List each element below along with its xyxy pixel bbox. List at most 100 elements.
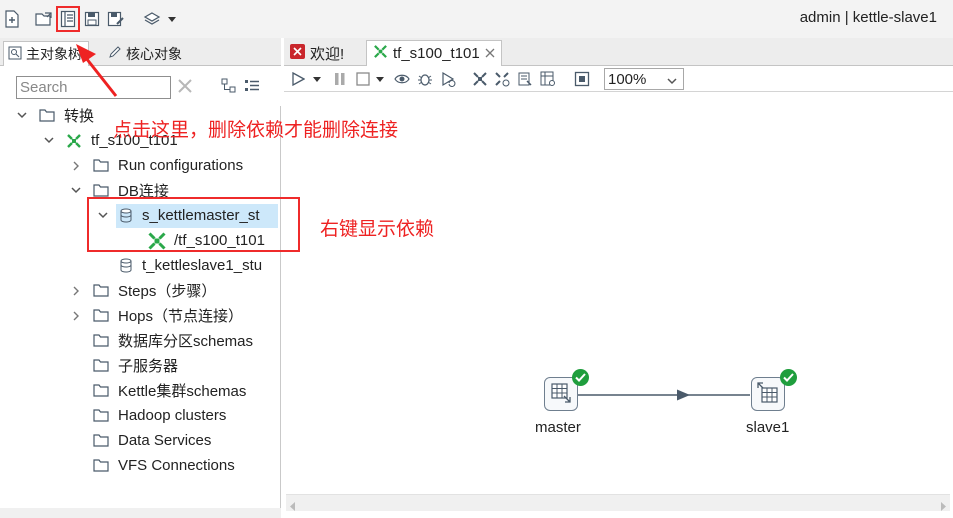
new-file-icon[interactable] (2, 9, 22, 29)
tree-item-db-t-kettleslave1[interactable]: t_kettleslave1_stu (119, 253, 262, 278)
stop-icon[interactable] (355, 71, 371, 87)
tree-item-label: Data Services (118, 432, 212, 449)
tree-item-label: VFS Connections (118, 457, 235, 474)
welcome-icon (290, 43, 305, 63)
tree-icon (8, 46, 22, 63)
explore-db-icon[interactable] (540, 71, 556, 87)
search-input[interactable] (16, 76, 171, 99)
tree-item-label: 转换 (64, 108, 95, 125)
scroll-right-arrow-icon[interactable] (940, 498, 946, 514)
tree-item-data-services[interactable]: Data Services (92, 428, 211, 453)
step-master-status-ok-icon (572, 369, 589, 386)
chevron-right-icon[interactable] (69, 309, 83, 323)
search-row (0, 66, 281, 106)
step-slave1-status-ok-icon (780, 369, 797, 386)
left-panel: 主对象树 核心对象 转换 tf_s100_t101 (0, 38, 281, 518)
tab-core-objects-label: 核心对象 (126, 45, 182, 62)
tree-item-vfs-connections[interactable]: VFS Connections (92, 453, 235, 478)
transformation-icon (373, 44, 388, 63)
pause-icon[interactable] (332, 71, 348, 87)
step-slave1[interactable] (751, 377, 785, 411)
run-icon[interactable] (290, 71, 306, 87)
transformation-icon (65, 133, 83, 149)
tab-main-object-tree-label: 主对象树 (26, 46, 82, 62)
tree-item-label: Steps（步骤） (118, 283, 217, 300)
replay-icon[interactable] (440, 71, 456, 87)
table-input-icon (550, 382, 572, 407)
left-horizontal-scrollbar[interactable] (0, 508, 281, 518)
tab-welcome-label: 欢迎! (310, 45, 345, 63)
tree-item-partition-schemas[interactable]: 数据库分区schemas (92, 328, 253, 353)
show-results-icon[interactable] (574, 71, 590, 87)
step-master-label: master (535, 419, 581, 436)
clear-search-icon[interactable] (177, 78, 193, 97)
zoom-value: 100% (608, 70, 647, 88)
step-slave1-label: slave1 (746, 419, 790, 436)
hop-connector[interactable] (284, 93, 953, 494)
left-tab-bar: 主对象树 核心对象 (0, 38, 281, 66)
chevron-down-icon[interactable] (15, 109, 29, 123)
tree-item-label: 子服务器 (118, 358, 179, 375)
impact-analysis-icon[interactable] (494, 71, 510, 87)
canvas-toolbar: 100% (284, 66, 953, 92)
folder-icon (92, 308, 110, 324)
tree-item-label: Run configurations (118, 157, 244, 174)
perspective-layers-icon[interactable] (142, 9, 162, 29)
tree-item-label: Kettle集群schemas (118, 383, 247, 400)
expand-all-icon[interactable] (244, 78, 260, 97)
folder-icon (92, 408, 110, 424)
open-folder-icon[interactable] (34, 9, 54, 29)
tree-item-hadoop-clusters[interactable]: Hadoop clusters (92, 403, 226, 428)
annotation-highlight-tree-dependency (87, 197, 300, 252)
tab-welcome[interactable]: 欢迎! (284, 40, 350, 66)
canvas-horizontal-scrollbar[interactable] (286, 494, 950, 511)
tab-main-object-tree[interactable]: 主对象树 (3, 41, 89, 66)
folder-icon (92, 433, 110, 449)
collapse-all-icon[interactable] (221, 78, 237, 97)
sql-icon[interactable] (517, 71, 533, 87)
editor-tab-bar: 欢迎! tf_s100_t101 (284, 38, 953, 66)
tree-item-label: Hadoop clusters (118, 407, 227, 424)
verify-icon[interactable] (472, 71, 488, 87)
chevron-down-icon[interactable] (42, 134, 56, 148)
user-server-info: admin | kettle-slave1 (799, 9, 937, 26)
folder-icon (92, 333, 110, 349)
folder-icon (92, 283, 110, 299)
folder-icon (38, 108, 56, 124)
tab-transformation[interactable]: tf_s100_t101 (366, 40, 502, 66)
stop-options-arrow-icon[interactable] (375, 71, 385, 87)
folder-icon (92, 158, 110, 174)
transformation-canvas[interactable]: master slave1 (284, 93, 953, 494)
folder-icon (92, 458, 110, 474)
dropdown-arrow-icon[interactable] (166, 9, 178, 29)
chevron-down-icon (667, 72, 677, 89)
tree-item-label: 数据库分区schemas (118, 333, 254, 350)
save-as-icon[interactable] (106, 9, 126, 29)
zoom-select[interactable]: 100% (604, 68, 684, 90)
run-options-arrow-icon[interactable] (312, 71, 322, 87)
tree-item-cluster-schemas[interactable]: Kettle集群schemas (92, 378, 246, 403)
tab-core-objects[interactable]: 核心对象 (104, 41, 188, 66)
chevron-right-icon[interactable] (69, 159, 83, 173)
folder-icon (92, 358, 110, 374)
pencil-icon (108, 45, 122, 62)
preview-eye-icon[interactable] (394, 71, 410, 87)
main-toolbar: admin | kettle-slave1 (0, 0, 953, 38)
editor-area: 欢迎! tf_s100_t101 100% master slave1 (284, 38, 953, 518)
tree-item-run-configurations[interactable]: Run configurations (69, 153, 243, 178)
tree-item-label: t_kettleslave1_stu (142, 257, 263, 274)
folder-icon (92, 383, 110, 399)
save-icon[interactable] (82, 9, 102, 29)
chevron-down-icon[interactable] (69, 184, 83, 198)
tab-transformation-label: tf_s100_t101 (393, 45, 480, 62)
tree-item-hops[interactable]: Hops（节点连接） (69, 303, 243, 328)
chevron-right-icon[interactable] (69, 284, 83, 298)
database-icon (119, 258, 133, 274)
scroll-left-arrow-icon[interactable] (290, 498, 296, 514)
tree-item-slave-servers[interactable]: 子服务器 (92, 353, 178, 378)
close-tab-icon[interactable] (485, 45, 495, 62)
annotation-highlight-toolbar-button (56, 6, 80, 32)
debug-icon[interactable] (417, 71, 433, 87)
tree-item-transformations[interactable]: 转换 (15, 103, 94, 128)
tree-item-steps[interactable]: Steps（步骤） (69, 278, 216, 303)
